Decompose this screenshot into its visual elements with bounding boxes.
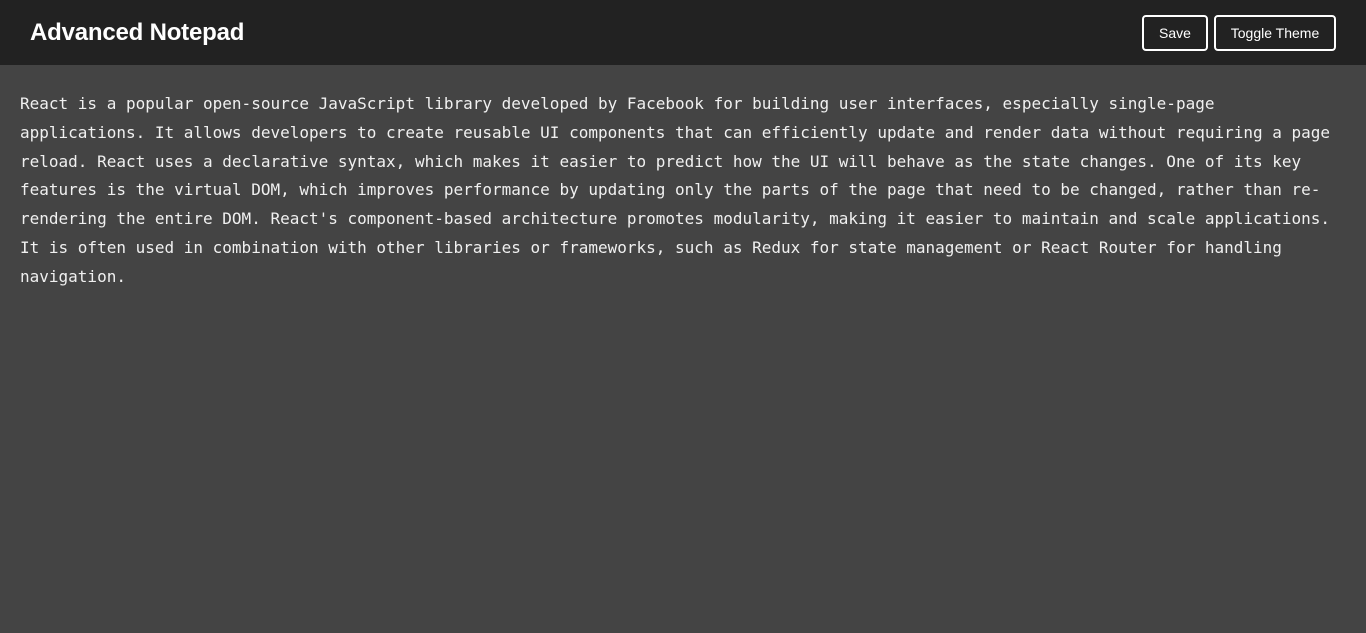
editor-area: React is a popular open-source JavaScrip… (0, 65, 1366, 633)
app-title: Advanced Notepad (30, 18, 245, 46)
app-header: Advanced Notepad Save Toggle Theme (0, 0, 1366, 65)
notepad-textarea[interactable]: React is a popular open-source JavaScrip… (0, 65, 1366, 633)
notepad-app: Advanced Notepad Save Toggle Theme React… (0, 0, 1366, 633)
toggle-theme-button[interactable]: Toggle Theme (1214, 14, 1336, 51)
header-actions: Save Toggle Theme (1142, 14, 1336, 51)
save-button[interactable]: Save (1142, 14, 1208, 51)
